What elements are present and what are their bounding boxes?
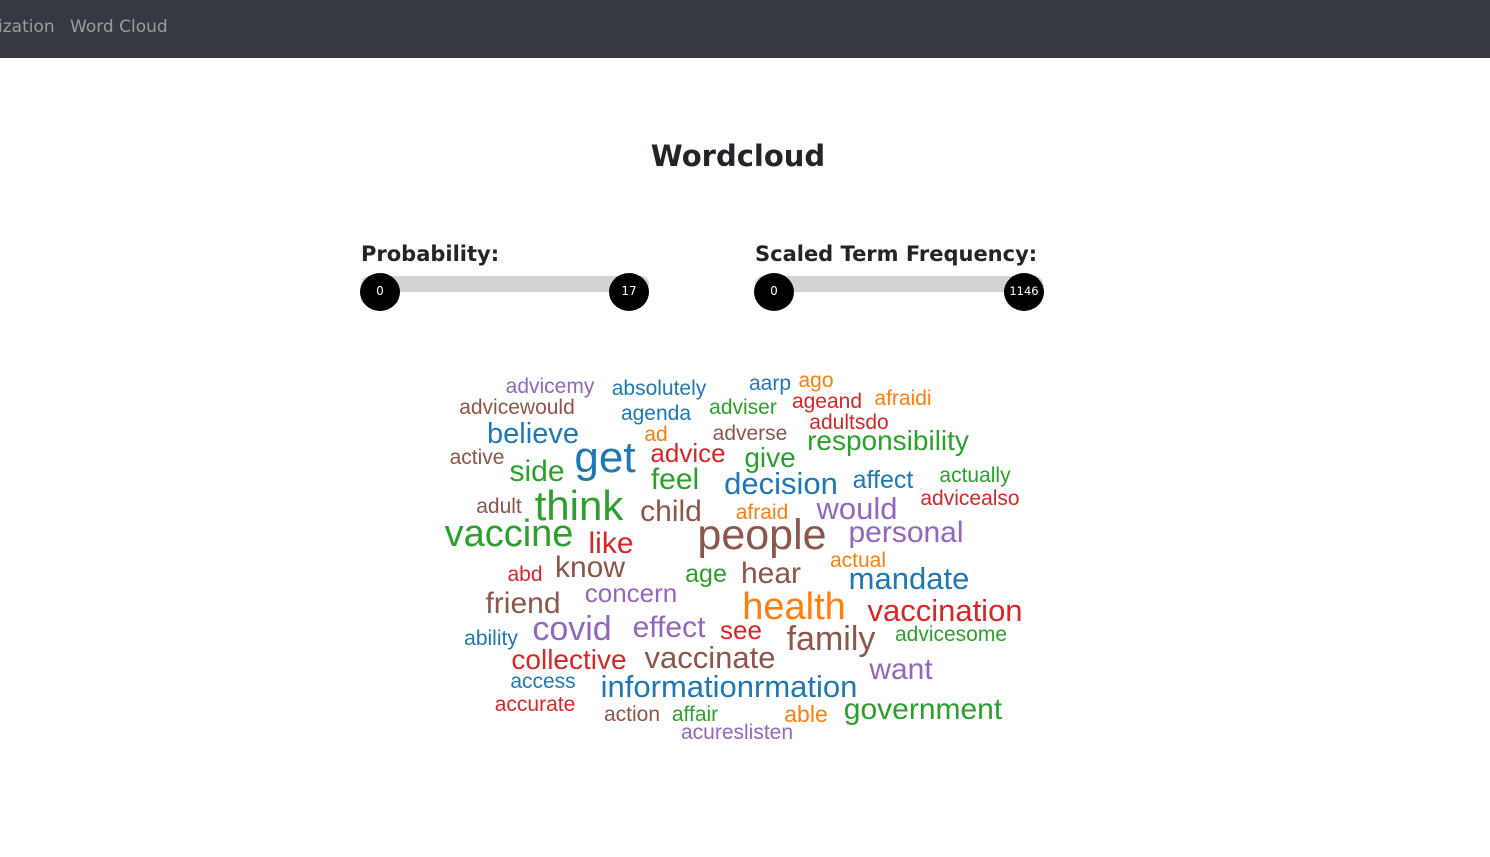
word-advicewould[interactable]: advicewould (459, 396, 575, 419)
word-want[interactable]: want (868, 653, 933, 686)
word-access[interactable]: access (510, 670, 575, 693)
word-ageand[interactable]: ageand (792, 390, 862, 413)
word-concern[interactable]: concern (585, 578, 678, 608)
word-actually[interactable]: actually (939, 464, 1011, 487)
word-child[interactable]: child (640, 495, 702, 528)
word-absolutely[interactable]: absolutely (612, 377, 707, 400)
word-government[interactable]: government (844, 693, 1003, 726)
word-cloud: advicemy absolutely aarp ago advicewould… (445, 369, 1023, 744)
word-acureslisten[interactable]: acureslisten (681, 721, 793, 744)
word-aarp[interactable]: aarp (749, 372, 791, 395)
word-informationrmation[interactable]: informationrmation (601, 669, 858, 704)
word-afraidi[interactable]: afraidi (874, 387, 931, 410)
word-advicemy[interactable]: advicemy (506, 375, 595, 398)
word-affect[interactable]: affect (853, 466, 914, 494)
word-people[interactable]: people (697, 511, 826, 559)
word-advicesome[interactable]: advicesome (895, 623, 1007, 646)
word-family[interactable]: family (787, 620, 876, 658)
word-vaccine[interactable]: vaccine (445, 513, 574, 555)
word-mandate[interactable]: mandate (849, 561, 970, 596)
word-covid[interactable]: covid (532, 610, 611, 648)
word-agenda[interactable]: agenda (621, 402, 691, 425)
word-action[interactable]: action (604, 703, 660, 726)
word-advicealso[interactable]: advicealso (920, 487, 1019, 510)
word-ability[interactable]: ability (464, 627, 518, 650)
word-feel[interactable]: feel (651, 463, 699, 496)
word-age[interactable]: age (685, 560, 727, 588)
word-accurate[interactable]: accurate (495, 693, 576, 716)
word-abd[interactable]: abd (507, 563, 542, 586)
word-responsibility[interactable]: responsibility (807, 425, 969, 456)
word-active[interactable]: active (450, 446, 505, 469)
word-personal[interactable]: personal (848, 516, 963, 549)
word-adviser[interactable]: adviser (709, 396, 777, 419)
word-get[interactable]: get (574, 433, 635, 482)
word-ago[interactable]: ago (798, 369, 833, 392)
